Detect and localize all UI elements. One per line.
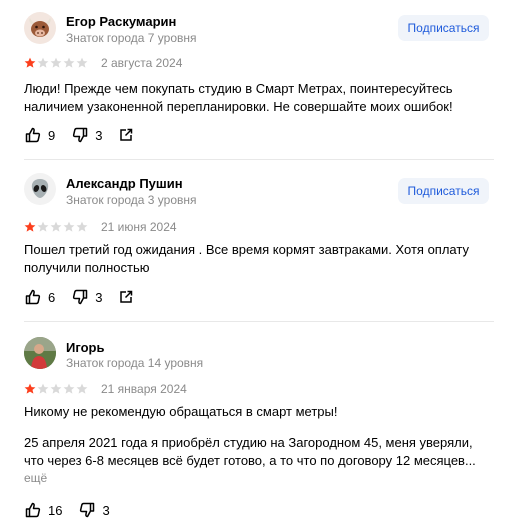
review-card: Александр Пушин Знаток города 3 уровня П…	[0, 160, 509, 322]
rating-stars	[24, 57, 88, 69]
star-empty-icon	[76, 57, 88, 68]
review-text: Никому не рекомендую обращаться в смарт …	[24, 404, 338, 419]
star-empty-icon	[37, 221, 49, 232]
review-actions: 6 3	[24, 288, 134, 306]
avatar[interactable]	[24, 173, 56, 205]
star-empty-icon	[37, 57, 49, 68]
thumbs-down-icon	[73, 127, 88, 143]
user-photo	[24, 337, 56, 369]
author-level: Знаток города 7 уровня	[66, 31, 197, 45]
author-level: Знаток города 14 уровня	[66, 356, 204, 370]
review-actions: 16 3	[24, 501, 126, 519]
bull-icon	[29, 18, 51, 37]
like-count: 9	[48, 127, 56, 143]
review-date: 21 января 2024	[101, 382, 187, 396]
dislike-count: 3	[95, 289, 103, 305]
subscribe-button[interactable]: Подписаться	[398, 178, 489, 204]
thumbs-up-icon	[25, 127, 41, 143]
like-button[interactable]: 16	[24, 501, 62, 519]
rating-stars	[24, 383, 88, 395]
share-icon	[120, 128, 133, 141]
avatar[interactable]	[24, 337, 56, 369]
author-name[interactable]: Егор Раскумарин	[66, 14, 176, 29]
share-icon	[120, 290, 133, 303]
review-card: Игорь Знаток города 14 уровня 21 января …	[0, 322, 509, 523]
star-empty-icon	[63, 383, 75, 394]
like-count: 6	[48, 289, 56, 305]
thumbs-down-icon	[73, 289, 88, 305]
like-count: 16	[48, 502, 63, 518]
author-name[interactable]: Игорь	[66, 340, 104, 355]
star-empty-icon	[37, 383, 49, 394]
subscribe-button[interactable]: Подписаться	[398, 15, 489, 41]
dislike-count: 3	[102, 502, 110, 518]
thumbs-up-icon	[25, 502, 41, 518]
dislike-count: 3	[95, 127, 103, 143]
rating-stars	[24, 221, 88, 233]
author-name[interactable]: Александр Пушин	[66, 176, 183, 191]
dislike-button[interactable]: 3	[78, 501, 110, 519]
thumbs-down-icon	[80, 502, 95, 518]
review-date: 2 августа 2024	[101, 56, 183, 70]
star-filled-icon	[24, 221, 36, 232]
star-empty-icon	[76, 221, 88, 232]
review-text: Люди! Прежде чем покупать студию в Смарт…	[24, 81, 453, 114]
read-more-link[interactable]: ещё	[24, 471, 47, 485]
like-button[interactable]: 6	[24, 288, 55, 306]
dislike-button[interactable]: 3	[71, 288, 102, 306]
avatar[interactable]	[24, 12, 56, 44]
review-actions: 9 3	[24, 126, 134, 144]
thumbs-up-icon	[25, 289, 41, 305]
star-filled-icon	[24, 57, 36, 68]
dislike-button[interactable]: 3	[71, 126, 102, 144]
star-empty-icon	[50, 383, 62, 394]
author-level: Знаток города 3 уровня	[66, 193, 197, 207]
review-text-continued: 25 апреля 2021 года я приобрёл студию на…	[24, 435, 476, 468]
share-button[interactable]	[118, 127, 134, 143]
star-empty-icon	[76, 383, 88, 394]
like-button[interactable]: 9	[24, 126, 55, 144]
star-empty-icon	[50, 221, 62, 232]
star-empty-icon	[63, 221, 75, 232]
star-filled-icon	[24, 383, 36, 394]
share-button[interactable]	[118, 289, 134, 305]
review-date: 21 июня 2024	[101, 220, 177, 234]
alien-icon	[31, 179, 49, 198]
review-card: Егор Раскумарин Знаток города 7 уровня П…	[0, 0, 509, 160]
star-empty-icon	[50, 57, 62, 68]
star-empty-icon	[63, 57, 75, 68]
review-text: Пошел третий год ожидания . Все время ко…	[24, 242, 469, 275]
